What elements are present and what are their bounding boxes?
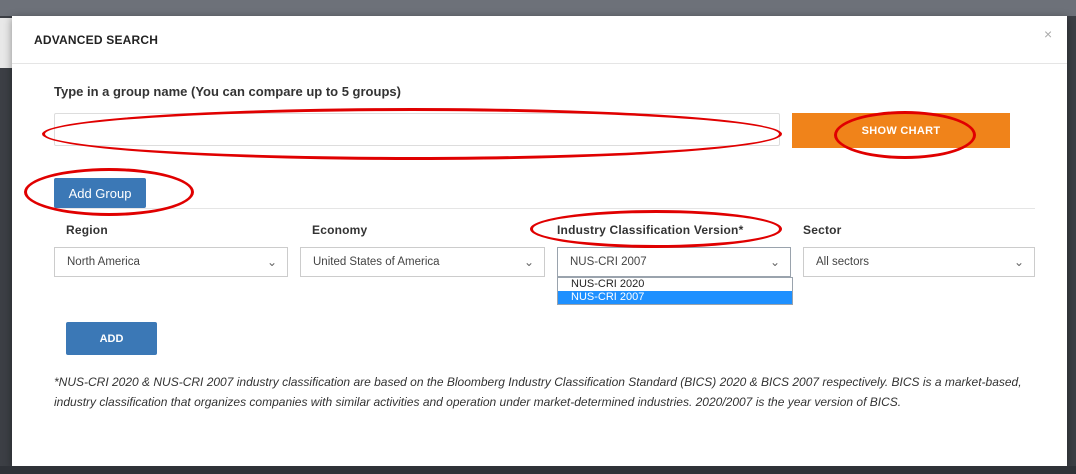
sector-label: Sector [803,223,842,237]
dropdown-option-selected[interactable]: NUS-CRI 2007 [558,291,792,304]
industry-classification-label: Industry Classification Version* [557,223,744,237]
sector-select-value: All sectors [816,256,870,268]
region-select-value: North America [67,256,140,268]
header-divider [12,63,1067,64]
modal-title: ADVANCED SEARCH [34,33,159,47]
add-button[interactable]: ADD [66,322,157,355]
economy-select[interactable]: United States of America ⌄ [300,247,545,277]
background-header-strip [0,0,1076,16]
sector-select[interactable]: All sectors ⌄ [803,247,1035,277]
chevron-down-icon: ⌄ [266,255,277,269]
group-name-label: Type in a group name (You can compare up… [54,84,401,99]
region-select[interactable]: North America ⌄ [54,247,288,277]
economy-select-value: United States of America [313,256,440,268]
classification-footnote: *NUS-CRI 2020 & NUS-CRI 2007 industry cl… [54,375,1022,409]
advanced-search-modal: ADVANCED SEARCH × Type in a group name (… [12,16,1067,466]
industry-classification-select[interactable]: NUS-CRI 2007 ⌄ [557,247,791,277]
chevron-down-icon: ⌄ [523,255,534,269]
add-group-button[interactable]: Add Group [54,178,146,208]
dropdown-option[interactable]: NUS-CRI 2020 [558,278,792,291]
chevron-down-icon: ⌄ [1013,255,1024,269]
region-label: Region [66,223,108,237]
economy-label: Economy [312,223,368,237]
section-divider [54,208,1035,209]
background-page-fragment [0,18,12,68]
show-chart-button[interactable]: SHOW CHART [792,113,1010,148]
close-icon[interactable]: × [1044,26,1052,42]
industry-select-value: NUS-CRI 2007 [570,256,647,268]
chevron-down-icon: ⌄ [769,255,780,269]
background-footer-strip [0,466,1076,474]
industry-classification-dropdown: NUS-CRI 2020 NUS-CRI 2007 [557,277,793,305]
group-name-input[interactable] [54,113,780,146]
